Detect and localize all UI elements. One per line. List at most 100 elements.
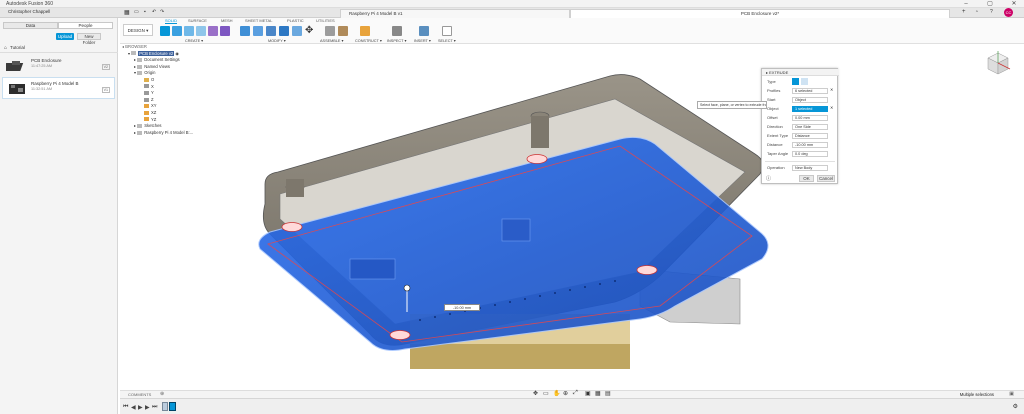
modify-menu[interactable]: MODIFY ▾ (268, 38, 286, 43)
timeline-settings-icon[interactable]: ⚙ (1013, 403, 1018, 410)
model-view[interactable] (120, 44, 1024, 390)
offset-input[interactable]: 0.00 mm (792, 115, 828, 121)
fillet-icon[interactable] (253, 26, 263, 36)
manipulator-handle[interactable] (403, 284, 411, 292)
construct-menu[interactable]: CONSTRUCT ▾ (355, 38, 382, 43)
segment-people[interactable]: People (58, 22, 113, 29)
viewport-settings-icon[interactable]: ▤ (605, 390, 611, 397)
offset-plane-icon[interactable] (360, 26, 370, 36)
new-folder-button[interactable]: New Folder (77, 33, 101, 45)
operation-select[interactable]: New Body (792, 165, 828, 171)
help-icon[interactable]: ? (990, 9, 993, 15)
chamfer-icon[interactable] (266, 26, 276, 36)
grid-icon[interactable]: ▦ (124, 9, 130, 16)
zoom-icon[interactable]: ⊕ (563, 390, 568, 397)
browser-root[interactable]: ▾ PCB Enclosure v2 ◉ (120, 50, 215, 58)
extrude-type-thin-icon[interactable] (801, 78, 808, 85)
new-sketch-icon[interactable] (160, 26, 170, 36)
step-back-icon[interactable]: ◀ (131, 404, 136, 411)
select-menu[interactable]: SELECT ▾ (438, 38, 456, 43)
browser-node[interactable]: ▸ Sketches (120, 123, 215, 130)
new-component-icon[interactable] (325, 26, 335, 36)
extent-type-select[interactable]: Distance (792, 133, 828, 139)
browser-node[interactable]: ▸ Document Settings (120, 57, 215, 64)
form-icon[interactable] (208, 26, 218, 36)
step-forward-icon[interactable]: ▶ (145, 404, 150, 411)
view-cube[interactable] (985, 50, 1011, 76)
go-to-end-icon[interactable]: ⏭ (152, 404, 157, 411)
browser-header[interactable]: ◂ BROWSER (120, 44, 215, 51)
ok-button[interactable]: OK (799, 175, 814, 182)
add-comment-icon[interactable]: ⊕ (160, 391, 164, 397)
object-selection[interactable]: 1 selected (792, 106, 828, 112)
measure-icon[interactable] (392, 26, 402, 36)
orbit-icon[interactable]: ✥ (533, 390, 538, 397)
distance-input[interactable]: -10.00 mm (792, 142, 828, 148)
pan-icon[interactable]: ✋ (553, 390, 560, 397)
browser-node[interactable]: ▸ Named Views (120, 64, 215, 71)
minimize-button[interactable]: – (960, 0, 972, 8)
avatar[interactable]: CC (1004, 8, 1013, 17)
upload-button[interactable]: Upload (56, 33, 74, 40)
browser-node[interactable]: ▸ Raspberry Pi 4 Model B:... (120, 130, 215, 137)
cancel-button[interactable]: Cancel (817, 175, 835, 182)
home-icon[interactable]: ⌂ (4, 45, 7, 51)
user-name[interactable]: Christopher Chappell (8, 9, 50, 14)
maximize-button[interactable]: ▢ (984, 0, 996, 8)
timeline-feature-extrude[interactable] (169, 402, 176, 411)
revolve-icon[interactable] (184, 26, 194, 36)
radio-icon[interactable]: ◉ (175, 51, 179, 56)
tab-plastic[interactable]: PLASTIC (287, 18, 304, 23)
inspect-menu[interactable]: INSPECT ▾ (387, 38, 406, 43)
browser-node[interactable]: XZ (120, 110, 215, 117)
distance-readout[interactable]: -10.00 mm (444, 304, 480, 311)
segment-data[interactable]: Data (3, 22, 58, 29)
dialog-title[interactable]: ▸ EXTRUDE (762, 69, 839, 76)
direction-select[interactable]: One Side (792, 124, 828, 130)
browser-node[interactable]: Z (120, 97, 215, 104)
insert-image-icon[interactable] (419, 26, 429, 36)
sweep-icon[interactable] (196, 26, 206, 36)
assemble-menu[interactable]: ASSEMBLE ▾ (320, 38, 343, 43)
box-icon[interactable] (220, 26, 230, 36)
browser-node[interactable]: X (120, 84, 215, 91)
grid-settings-icon[interactable]: ▦ (595, 390, 601, 397)
close-button[interactable]: ✕ (1008, 0, 1020, 8)
clear-selection-icon[interactable]: ✕ (830, 87, 833, 92)
insert-menu[interactable]: INSERT ▾ (414, 38, 431, 43)
notification-icon[interactable]: ◔ (975, 9, 978, 15)
tab-mesh[interactable]: MESH (221, 18, 233, 23)
tab-sheet-metal[interactable]: SHEET METAL (245, 18, 272, 23)
display-settings-icon[interactable]: ▣ (585, 390, 591, 397)
move-icon[interactable]: ✥ (305, 26, 313, 36)
list-item[interactable]: Raspberry Pi 4 Model B 11:32:51 AM V1 (2, 77, 115, 99)
tab-surface[interactable]: SURFACE (188, 18, 207, 23)
tab-pcb-enclosure[interactable]: PCB Enclosure v2* (570, 9, 950, 18)
browser-node[interactable]: Y (120, 90, 215, 97)
joint-icon[interactable] (338, 26, 348, 36)
browser-node[interactable]: ▾ Origin (120, 70, 215, 77)
breadcrumb[interactable]: Tutorial (10, 45, 25, 50)
go-to-start-icon[interactable]: ⏮ (123, 404, 128, 411)
create-menu[interactable]: CREATE ▾ (185, 38, 203, 43)
list-item[interactable]: PCB Enclosure 11:47:25 AM V2 (2, 54, 115, 76)
selection-filter-icon[interactable]: ▣ (1009, 391, 1014, 397)
extrude-type-solid-icon[interactable] (792, 78, 799, 85)
taper-angle-input[interactable]: 0.0 deg (792, 151, 828, 157)
tab-utilities[interactable]: UTILITIES (316, 18, 335, 23)
look-at-icon[interactable]: ▭ (543, 390, 549, 397)
start-select[interactable]: Object (792, 97, 828, 103)
info-icon[interactable]: ⓘ (766, 175, 771, 182)
play-icon[interactable]: ▶ (138, 404, 143, 411)
redo-icon[interactable]: ↷ (160, 9, 164, 15)
comments-label[interactable]: COMMENTS (128, 392, 151, 397)
add-tab-icon[interactable]: + (962, 9, 966, 15)
browser-node[interactable]: YZ (120, 117, 215, 124)
browser-node[interactable]: O (120, 77, 215, 84)
tab-solid[interactable]: SOLID (165, 18, 178, 24)
combine-icon[interactable] (292, 26, 302, 36)
save-icon[interactable]: ▪ (144, 9, 146, 15)
file-icon[interactable]: ▭ (134, 9, 139, 15)
browser-node[interactable]: XY (120, 103, 215, 110)
fit-icon[interactable]: ⤢ (573, 390, 578, 397)
